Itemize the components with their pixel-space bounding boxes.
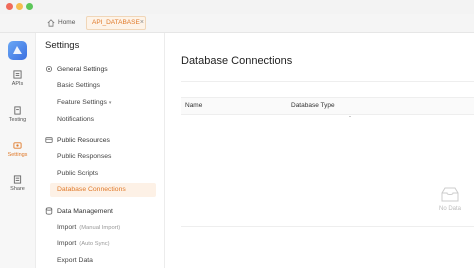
menu-label: Basic Settings (57, 82, 101, 89)
menu-public-responses[interactable]: Public Responses (50, 150, 156, 164)
nav-rail: APIs Testing Settings Share (0, 33, 36, 268)
menu-export-data[interactable]: Export Data (50, 254, 156, 268)
rail-label: Share (10, 186, 25, 192)
rail-item-settings[interactable]: Settings (0, 141, 35, 158)
rail-item-testing[interactable]: Testing (0, 106, 35, 123)
menu-notifications[interactable]: Notifications (50, 113, 156, 127)
app-logo (8, 41, 27, 60)
chevron-down-icon: ▾ (108, 100, 112, 106)
section-heading: Data Management (57, 207, 113, 215)
menu-database-connections[interactable]: Database Connections (50, 183, 156, 197)
table-body: - (181, 114, 474, 227)
menu-label: Public Scripts (57, 170, 99, 177)
menu-label: Public Responses (57, 153, 112, 160)
menu-basic-settings[interactable]: Basic Settings (50, 79, 156, 93)
settings-title: Settings (45, 40, 80, 51)
menu-label: Export Data (57, 257, 93, 264)
menu-label: Import (57, 240, 77, 247)
settings-icon (13, 142, 22, 149)
window-titlebar (0, 0, 474, 14)
divider (181, 81, 474, 82)
menu-import-auto-sync[interactable]: Import (Auto Sync) (50, 237, 156, 251)
section-heading: General Settings (57, 65, 108, 73)
rail-item-apis[interactable]: APIs (0, 70, 35, 87)
testing-icon (14, 106, 21, 115)
menu-import-manual[interactable]: Import (Manual Import) (50, 221, 156, 235)
tab-home-label: Home (58, 19, 76, 26)
menu-hint: (Auto Sync) (79, 241, 110, 247)
empty-state: No Data (435, 186, 465, 212)
empty-text: No Data (438, 206, 461, 212)
tab-active-label: API_DATABASE (92, 19, 140, 26)
menu-feature-settings[interactable]: Feature Settings ▾ (50, 96, 156, 110)
rail-item-share[interactable]: Share (0, 175, 35, 192)
database-icon (45, 207, 53, 215)
menu-label: Database Connections (57, 186, 126, 193)
section-public-resources: Public Resources (45, 136, 110, 144)
main-content: Database Connections Name Database Type … (165, 33, 474, 268)
resources-icon (45, 137, 53, 143)
gear-icon (45, 65, 53, 73)
page-title: Database Connections (181, 55, 293, 67)
section-data-management: Data Management (45, 207, 113, 215)
section-heading: Public Resources (57, 136, 110, 144)
maximize-window-dot[interactable] (26, 3, 33, 10)
empty-box-icon (441, 187, 459, 202)
api-icon (13, 70, 22, 79)
rail-label: Settings (7, 152, 28, 158)
settings-panel: Settings General Settings Basic Settings… (36, 33, 165, 268)
home-icon (47, 19, 55, 27)
tab-bar: Home API_DATABASE × (0, 14, 474, 33)
tab-home[interactable]: Home (47, 16, 75, 30)
rail-label: Testing (8, 117, 27, 123)
table-header: Name Database Type (181, 97, 474, 115)
menu-public-scripts[interactable]: Public Scripts (50, 167, 156, 181)
column-header-database-type[interactable]: Database Type (291, 102, 335, 109)
menu-label: Import (57, 224, 77, 231)
section-general-settings: General Settings (45, 65, 108, 73)
close-window-dot[interactable] (6, 3, 13, 10)
menu-hint: (Manual Import) (79, 225, 121, 231)
menu-label: Feature Settings (57, 99, 107, 106)
minimize-window-dot[interactable] (16, 3, 23, 10)
menu-label: Notifications (57, 116, 95, 123)
column-header-name[interactable]: Name (185, 102, 202, 109)
tab-api-database[interactable]: API_DATABASE × (86, 16, 146, 30)
rail-label: APIs (11, 81, 24, 87)
close-tab-icon[interactable]: × (140, 16, 144, 30)
share-icon (13, 175, 22, 184)
placeholder-dash: - (349, 114, 351, 120)
